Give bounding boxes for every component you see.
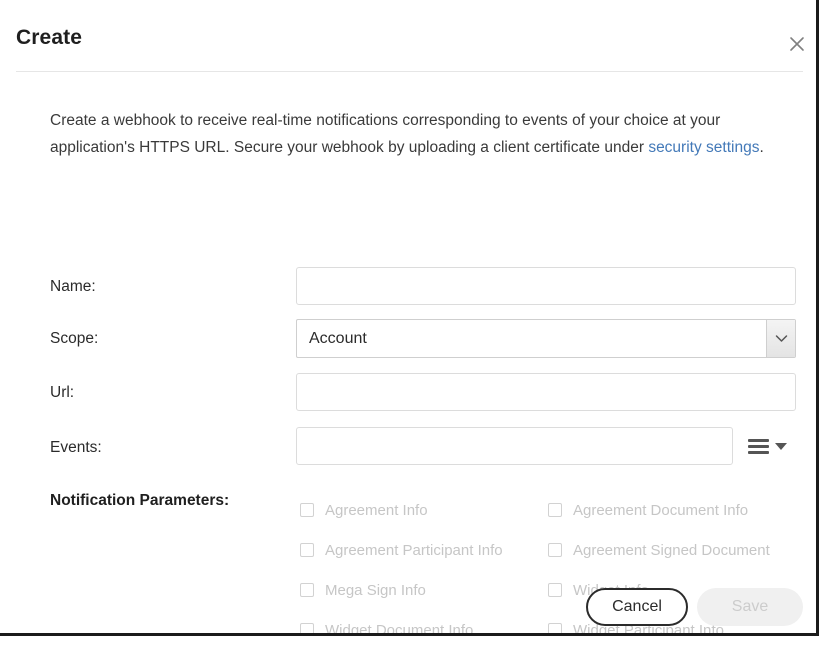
checkbox-agreement-participant-info[interactable]: Agreement Participant Info xyxy=(300,542,548,559)
chevron-down-icon xyxy=(766,320,795,357)
caret-down-icon xyxy=(775,442,787,450)
checkbox-label: Agreement Info xyxy=(325,501,428,519)
intro-description: Create a webhook to receive real-time no… xyxy=(50,107,780,161)
hamburger-menu-icon xyxy=(748,436,769,457)
url-input[interactable] xyxy=(296,373,796,411)
notification-row: Agreement Info Agreement Document Info xyxy=(300,490,800,530)
close-icon[interactable] xyxy=(784,31,810,57)
name-label: Name: xyxy=(50,278,96,295)
dialog-body: Create a webhook to receive real-time no… xyxy=(0,72,816,633)
checkbox-agreement-document-info[interactable]: Agreement Document Info xyxy=(548,502,800,519)
name-input[interactable] xyxy=(296,267,796,305)
notification-row: Agreement Participant Info Agreement Sig… xyxy=(300,530,800,570)
dialog-footer: Cancel Save xyxy=(0,576,816,633)
events-label: Events: xyxy=(50,439,102,456)
checkbox-label: Agreement Signed Document xyxy=(573,541,770,559)
scope-label: Scope: xyxy=(50,330,99,347)
events-input[interactable] xyxy=(296,427,733,465)
intro-text-after: . xyxy=(759,139,764,156)
cancel-button[interactable]: Cancel xyxy=(586,588,688,626)
create-webhook-dialog: Create Create a webhook to receive real-… xyxy=(0,0,819,636)
events-menu-button[interactable] xyxy=(748,428,792,464)
checkbox-icon[interactable] xyxy=(548,503,562,517)
checkbox-label: Agreement Document Info xyxy=(573,501,749,519)
checkbox-icon[interactable] xyxy=(300,543,314,557)
notification-parameters-label: Notification Parameters: xyxy=(50,492,230,509)
intro-text-before: Create a webhook to receive real-time no… xyxy=(50,112,721,156)
url-label: Url: xyxy=(50,384,75,401)
scope-selected-value: Account xyxy=(309,329,367,347)
checkbox-icon[interactable] xyxy=(300,503,314,517)
security-settings-link[interactable]: security settings xyxy=(648,139,759,156)
checkbox-agreement-signed-document[interactable]: Agreement Signed Document xyxy=(548,542,800,559)
scope-select[interactable]: Account xyxy=(296,319,796,358)
dialog-header: Create xyxy=(0,0,816,72)
checkbox-agreement-info[interactable]: Agreement Info xyxy=(300,502,548,519)
dialog-title: Create xyxy=(16,26,82,49)
checkbox-icon[interactable] xyxy=(548,543,562,557)
save-button[interactable]: Save xyxy=(697,588,803,626)
checkbox-label: Agreement Participant Info xyxy=(325,541,503,559)
